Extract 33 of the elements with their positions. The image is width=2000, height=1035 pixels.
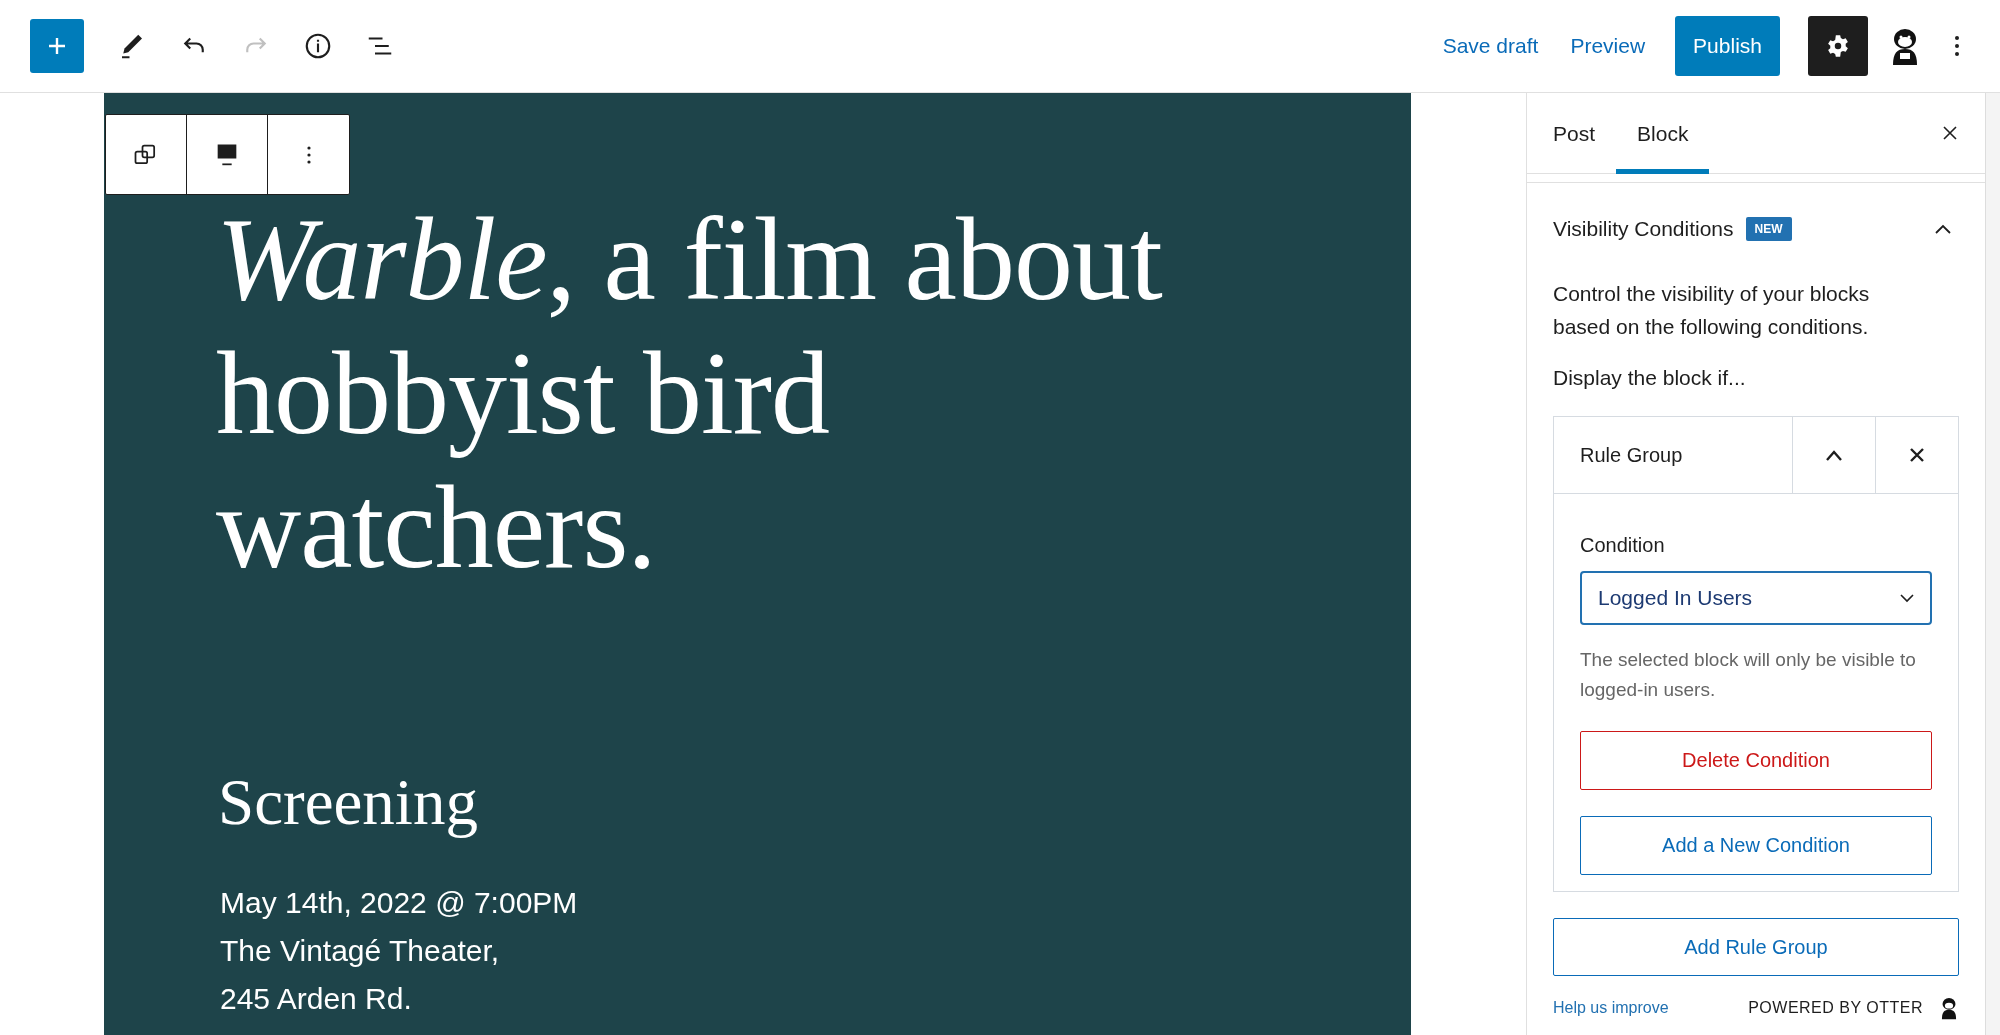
close-icon [1908,446,1926,464]
preview-button[interactable]: Preview [1564,24,1652,68]
heading-text: Warble, a film about hobbyist bird watchers. [216,193,1163,595]
panel-title[interactable]: Visibility Conditions [1553,217,1734,241]
animal-logo-icon [1939,996,1959,1020]
detail-text: The Vintagé Theater, [220,933,501,969]
chevron-down-icon [1898,592,1916,604]
chevron-icon[interactable] [1933,223,1953,235]
add-block-button[interactable] [30,19,84,73]
subheading-text: Screening [218,765,479,840]
add-condition-button[interactable]: Add a New Condition [1580,816,1932,875]
save-draft-button[interactable]: Save draft [1436,24,1545,68]
new-badge: NEW [1745,217,1792,241]
rule-group-title: Rule Group [1579,442,1684,468]
powered-by-text: POWERED BY OTTER [1748,999,1923,1017]
sidebar-tab[interactable]: Block [1616,93,1710,174]
add-rule-group-button[interactable]: Add Rule Group [1553,918,1959,976]
description-text: Control the visibility of your blocks based on the following conditions. [1553,281,1871,340]
scrollbar[interactable] [1985,93,2000,1035]
condition-select[interactable]: Logged In Users [1580,571,1932,625]
publish-button[interactable]: Publish [1675,16,1780,76]
display-if-text: Display the block if... [1553,365,1747,391]
help-text: The selected block will only be visible to logged-in users. [1580,648,1917,702]
detail-text: 245 Arden Rd. [220,981,413,1017]
help-link[interactable]: Help us improve [1553,999,1669,1017]
sidebar-tab[interactable]: Post [1551,93,1617,174]
delete-condition-button[interactable]: Delete Condition [1580,731,1932,790]
condition-label: Condition [1580,534,1666,557]
chevron-up-icon [1824,448,1844,462]
detail-text: May 14th, 2022 @ 7:00PM [220,885,579,921]
kebab-icon [1954,34,1960,58]
gear-icon [1825,33,1851,59]
settings-button[interactable] [1808,16,1868,76]
